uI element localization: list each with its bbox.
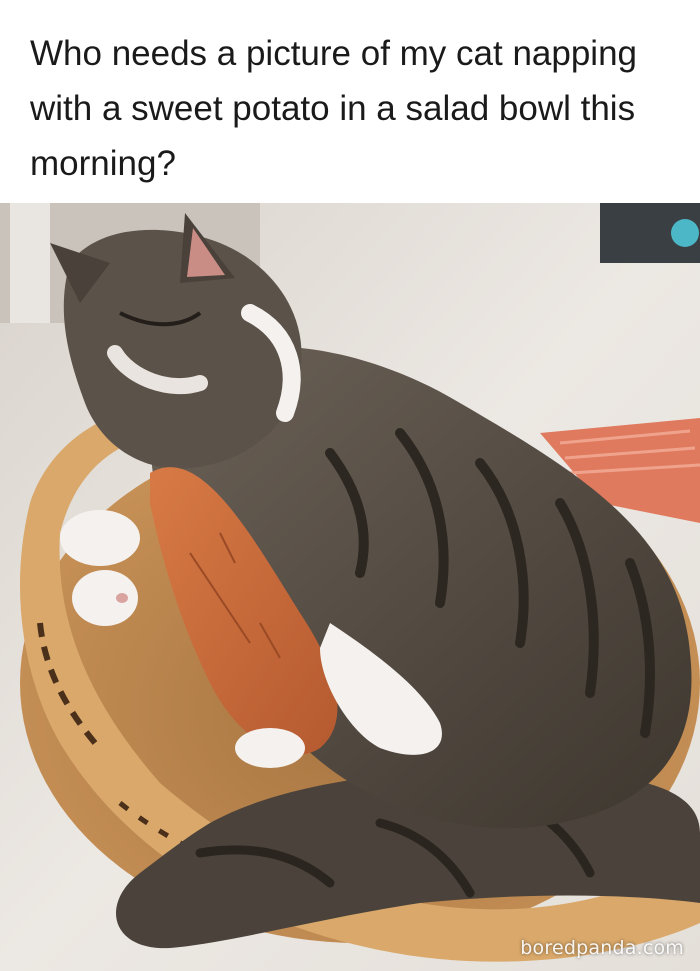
cat-paw-back [72, 570, 138, 626]
photo-illustration [0, 203, 700, 971]
cat-paw-front [60, 510, 140, 566]
watermark-text: boredpanda.com [520, 937, 684, 959]
cat-hind-paw [235, 728, 305, 768]
caption-text: Who needs a picture of my cat napping wi… [30, 34, 638, 183]
meme-post: Who needs a picture of my cat napping wi… [0, 0, 700, 971]
cat-photo: boredpanda.com [0, 203, 700, 971]
